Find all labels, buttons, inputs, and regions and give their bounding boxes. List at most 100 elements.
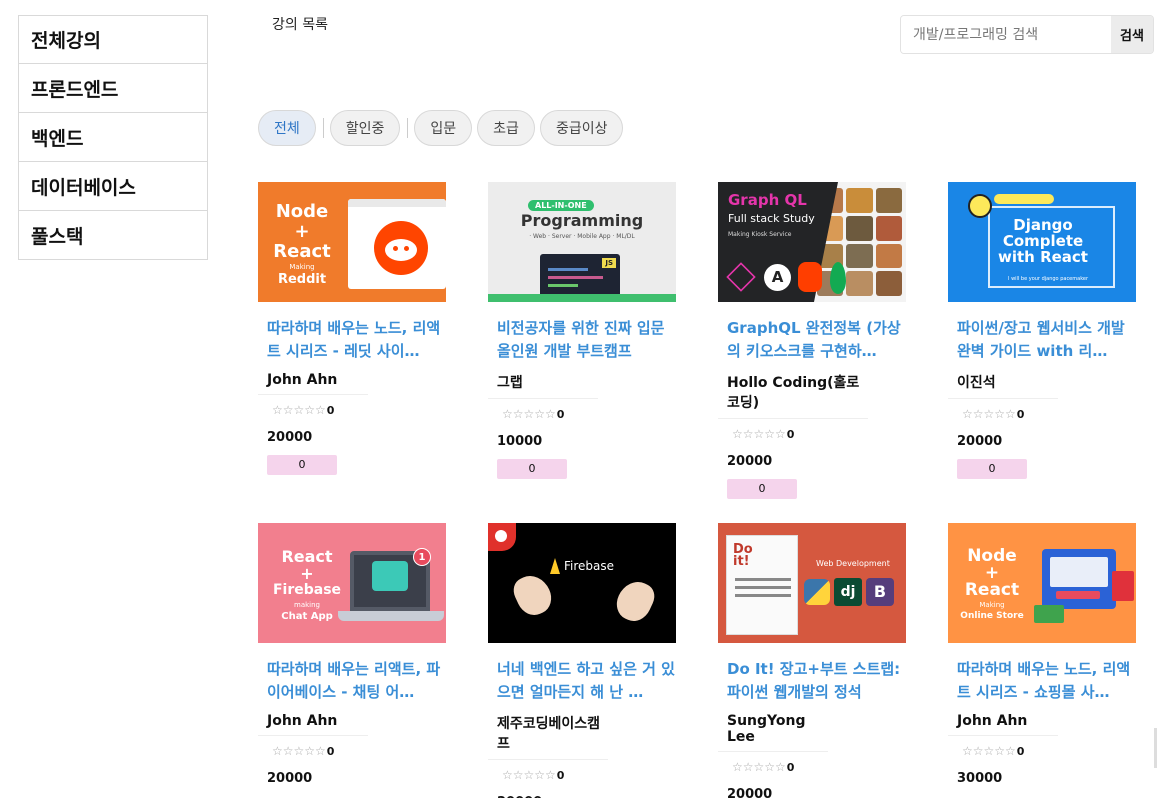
course-title[interactable]: 비전공자를 위한 진짜 입문 올인원 개발 부트캠프 — [488, 317, 676, 363]
thumb-text: + — [294, 221, 310, 242]
filter-chip-beginner[interactable]: 입문 — [414, 110, 473, 146]
apple-logo-icon — [488, 523, 516, 551]
course-thumbnail[interactable]: Django Complete with React I will be you… — [948, 182, 1136, 302]
money-icon — [1034, 605, 1064, 623]
course-card[interactable]: ALL-IN-ONE Programming · Web · Server · … — [488, 182, 676, 479]
course-author: 그랩 — [488, 372, 598, 399]
rating-count: 0 — [786, 760, 795, 774]
course-rating: ☆☆☆☆☆ 0 — [488, 407, 676, 421]
cart-count-badge: 0 — [727, 479, 797, 499]
star-rating-icon: ☆☆☆☆☆ — [502, 407, 556, 421]
notification-badge: 1 — [413, 548, 431, 566]
sidebar-item-frontend[interactable]: 프론드엔드 — [18, 64, 208, 113]
bootstrap-logo-icon: B — [866, 578, 894, 606]
course-author: Hollo Coding(홀로코딩) — [718, 372, 868, 419]
course-title[interactable]: 따라하며 배우는 노드, 리액트 시리즈 - 쇼핑몰 사… — [948, 658, 1136, 704]
firebase-logo-icon — [550, 558, 560, 574]
apollo-logo-icon: A — [764, 264, 791, 291]
rating-count: 0 — [556, 768, 565, 782]
course-title[interactable]: GraphQL 완전정복 (가상의 키오스크를 구현하… — [718, 317, 906, 363]
page-title: 강의 목록 — [272, 17, 328, 33]
star-rating-icon: ☆☆☆☆☆ — [962, 407, 1016, 421]
course-card[interactable]: Node + React Making Reddit 따라하며 배우는 노드, … — [258, 182, 446, 475]
sidebar-item-database[interactable]: 데이터베이스 — [18, 162, 208, 211]
filter-chip-basic[interactable]: 초급 — [477, 110, 535, 146]
rating-count: 0 — [326, 744, 335, 758]
search-bar: 검색 — [900, 15, 1154, 54]
course-price: 20000 — [727, 787, 773, 798]
course-title[interactable]: 너네 백엔드 하고 싶은 거 있으면 얼마든지 해 난 … — [488, 658, 676, 704]
thumb-text: Node — [275, 201, 329, 222]
filter-chip-intermediate[interactable]: 중급이상 — [539, 110, 624, 146]
thumb-text: I will be your django pacemaker — [1008, 276, 1089, 282]
star-rating-icon: ☆☆☆☆☆ — [272, 744, 326, 758]
course-price: 10000 — [497, 434, 543, 449]
course-price: 30000 — [957, 771, 1003, 786]
course-author: John Ahn — [948, 713, 1058, 736]
chip-divider — [407, 118, 409, 138]
course-thumbnail[interactable]: Do it! Web Development dj B — [718, 523, 906, 643]
course-title[interactable]: 따라하며 배우는 리액트, 파이어베이스 - 채팅 어… — [258, 658, 446, 704]
mongodb-logo-icon — [830, 262, 846, 294]
thumb-text: Web Development — [816, 559, 890, 568]
js-badge: JS — [602, 258, 616, 268]
course-card[interactable]: Graph QL Full stack Study Making Kiosk S… — [718, 182, 906, 499]
course-rating: ☆☆☆☆☆ 0 — [718, 427, 906, 441]
course-price: 20000 — [727, 454, 773, 469]
thumb-text: Complete — [1002, 232, 1084, 250]
thumb-text: React — [964, 580, 1020, 600]
online-store-graphic — [1042, 549, 1116, 609]
course-card[interactable]: Django Complete with React I will be you… — [948, 182, 1136, 479]
course-price: 20000 — [267, 771, 313, 786]
course-author: John Ahn — [258, 372, 368, 395]
course-title[interactable]: Do It! 장고+부트 스트랩: 파이썬 웹개발의 정석 — [718, 658, 906, 704]
course-title[interactable]: 파이썬/장고 웹서비스 개발 완벽 가이드 with 리… — [948, 317, 1136, 363]
star-rating-icon: ☆☆☆☆☆ — [962, 744, 1016, 758]
course-thumbnail[interactable]: React + Firebase making Chat App 1 — [258, 523, 446, 643]
rating-count: 0 — [556, 407, 565, 421]
left-hand-icon — [509, 569, 557, 621]
course-thumbnail[interactable]: ALL-IN-ONE Programming · Web · Server · … — [488, 182, 676, 302]
search-input[interactable] — [901, 16, 1111, 53]
django-logo-icon: dj — [834, 578, 862, 606]
thumb-tag: ALL-IN-ONE — [528, 200, 594, 211]
sidebar-item-all[interactable]: 전체강의 — [18, 15, 208, 64]
course-price: 20000 — [957, 434, 1003, 449]
sidebar-item-backend[interactable]: 백엔드 — [18, 113, 208, 162]
sidebar-item-fullstack[interactable]: 풀스택 — [18, 211, 208, 260]
thumb-text: Reddit — [277, 272, 327, 287]
course-author: 이진석 — [948, 372, 1058, 399]
course-card[interactable]: Firebase 너네 백엔드 하고 싶은 거 있으면 얼마든지 해 난 … 제… — [488, 523, 676, 798]
thumb-text: Making — [979, 601, 1005, 609]
course-card[interactable]: React + Firebase making Chat App 1 따라하며 … — [258, 523, 446, 786]
course-thumbnail[interactable]: Graph QL Full stack Study Making Kiosk S… — [718, 182, 906, 302]
browser-window-graphic — [348, 199, 446, 289]
course-author: SungYong Lee — [718, 713, 828, 752]
course-rating: ☆☆☆☆☆ 0 — [488, 768, 676, 782]
search-button[interactable]: 검색 — [1111, 16, 1153, 53]
course-thumbnail[interactable]: Firebase — [488, 523, 676, 643]
course-card[interactable]: Do it! Web Development dj B Do It! 장고+부트… — [718, 523, 906, 798]
svelte-logo-icon — [798, 262, 822, 292]
course-price: 20000 — [267, 430, 313, 445]
thumb-text: making — [294, 601, 320, 609]
course-thumbnail[interactable]: Node + React Making Reddit — [258, 182, 446, 302]
star-rating-icon: ☆☆☆☆☆ — [272, 403, 326, 417]
rating-count: 0 — [1016, 744, 1025, 758]
book-cover-graphic: Do it! — [726, 535, 798, 635]
filter-chip-discount[interactable]: 할인중 — [329, 110, 401, 146]
thumb-text: Chat App — [281, 611, 333, 622]
rating-count: 0 — [326, 403, 335, 417]
filter-chip-all[interactable]: 전체 — [258, 110, 316, 146]
course-card[interactable]: Node + React Making Online Store 따라하며 배우… — [948, 523, 1136, 786]
course-rating: ☆☆☆☆☆ 0 — [718, 760, 906, 774]
thumb-text: Django — [1013, 216, 1073, 234]
filter-chips: 전체 할인중 입문 초급 중급이상 — [258, 110, 628, 146]
course-title[interactable]: 따라하며 배우는 노드, 리액트 시리즈 - 레딧 사이… — [258, 317, 446, 363]
sidebar: 전체강의 프론드엔드 백엔드 데이터베이스 풀스택 — [18, 15, 208, 260]
cart-count-badge: 0 — [267, 455, 337, 475]
shopping-bag-icon — [1112, 571, 1134, 601]
course-thumbnail[interactable]: Node + React Making Online Store — [948, 523, 1136, 643]
thumb-text: Making Kiosk Service — [728, 231, 792, 238]
thumb-text: Graph QL — [728, 191, 807, 209]
